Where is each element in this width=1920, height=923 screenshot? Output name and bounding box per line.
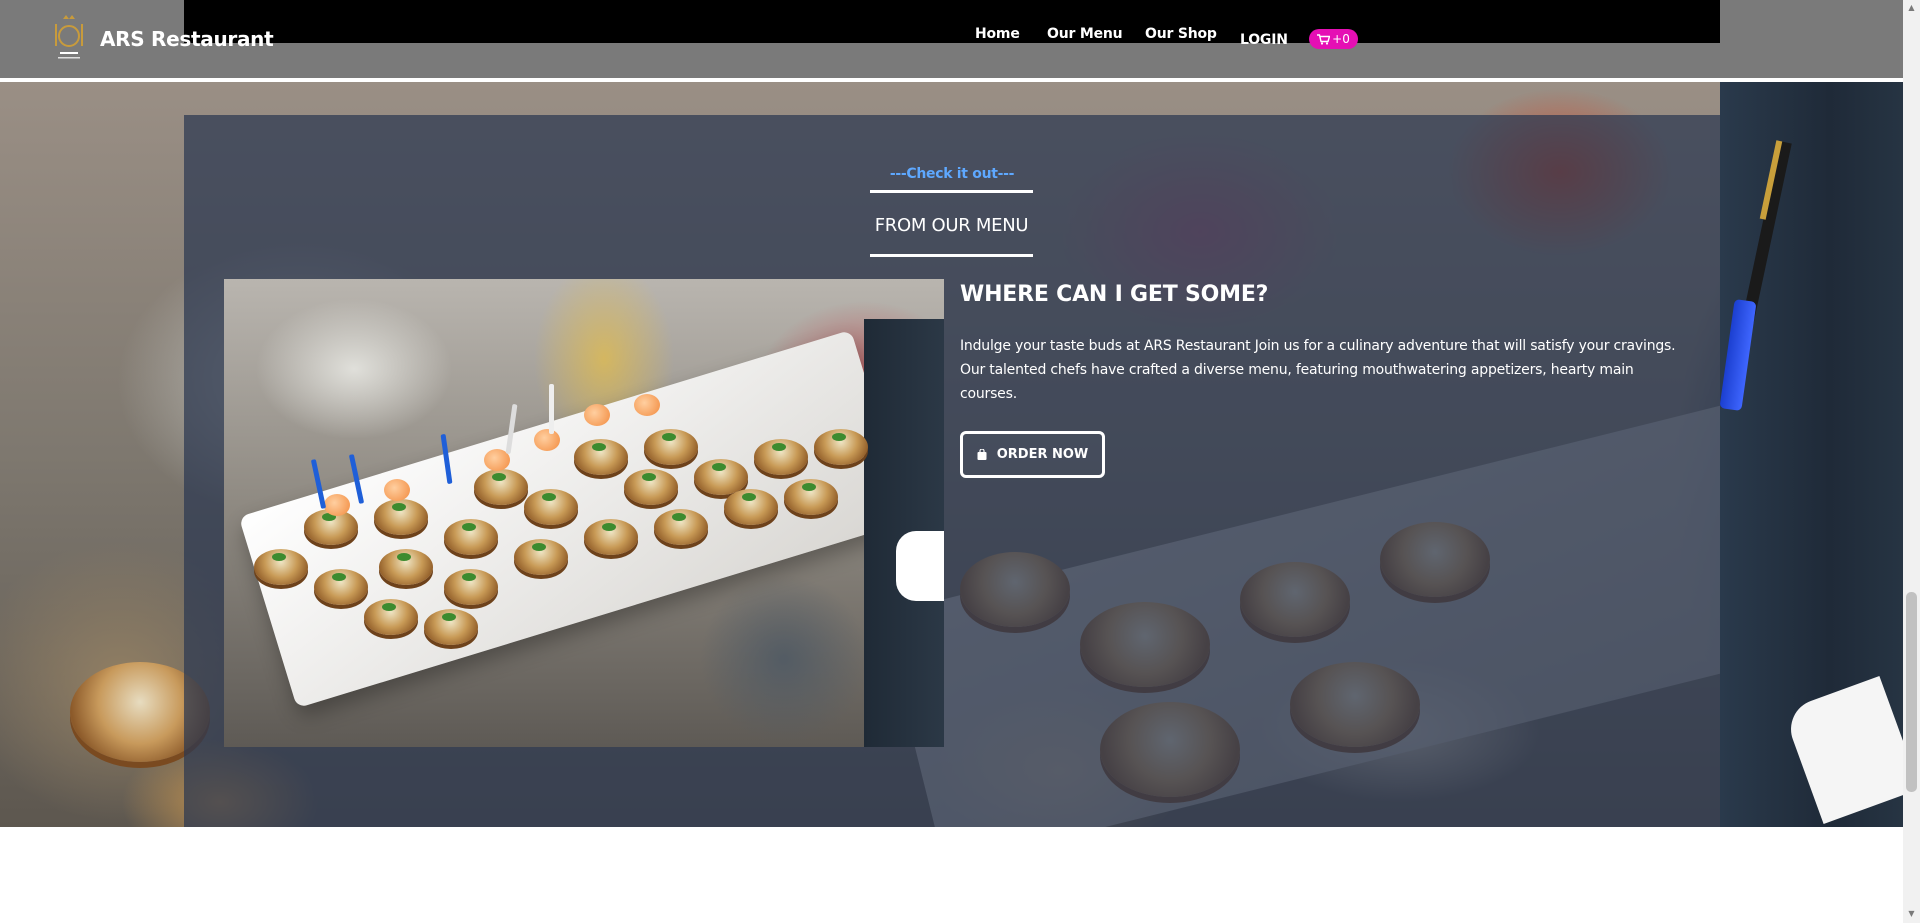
section-subtitle: ---Check it out--- bbox=[889, 166, 1015, 182]
scroll-up-icon[interactable]: ▲ bbox=[1907, 3, 1916, 12]
page-scrollbar[interactable]: ▲ ▼ bbox=[1903, 0, 1920, 923]
restaurant-logo-icon[interactable] bbox=[52, 14, 86, 64]
scrollbar-thumb[interactable] bbox=[1906, 592, 1917, 792]
cart-count: +0 bbox=[1332, 32, 1350, 46]
content-heading: WHERE CAN I GET SOME? bbox=[960, 282, 1269, 307]
section-title: FROM OUR MENU bbox=[874, 215, 1029, 236]
cart-icon bbox=[1317, 33, 1331, 45]
brand-name[interactable]: ARS Restaurant bbox=[100, 27, 274, 51]
title-divider-bottom bbox=[870, 254, 1033, 257]
nav-home[interactable]: Home bbox=[975, 26, 1020, 42]
nav-our-menu[interactable]: Our Menu bbox=[1047, 26, 1123, 42]
menu-food-image bbox=[224, 279, 944, 747]
site-header: ARS Restaurant Home Our Menu Our Shop LO… bbox=[0, 0, 1903, 80]
scroll-down-icon[interactable]: ▼ bbox=[1907, 909, 1916, 918]
order-now-button[interactable]: ORDER NOW bbox=[960, 431, 1105, 478]
content-description: Indulge your taste buds at ARS Restauran… bbox=[960, 338, 1676, 402]
cart-button[interactable]: +0 bbox=[1309, 29, 1358, 49]
title-divider-top bbox=[870, 190, 1033, 193]
nav-our-shop[interactable]: Our Shop bbox=[1145, 26, 1217, 42]
header-black-bar bbox=[184, 0, 1720, 43]
order-now-label: ORDER NOW bbox=[996, 447, 1089, 462]
shopping-bag-icon bbox=[977, 449, 987, 460]
nav-login[interactable]: LOGIN bbox=[1240, 32, 1288, 48]
